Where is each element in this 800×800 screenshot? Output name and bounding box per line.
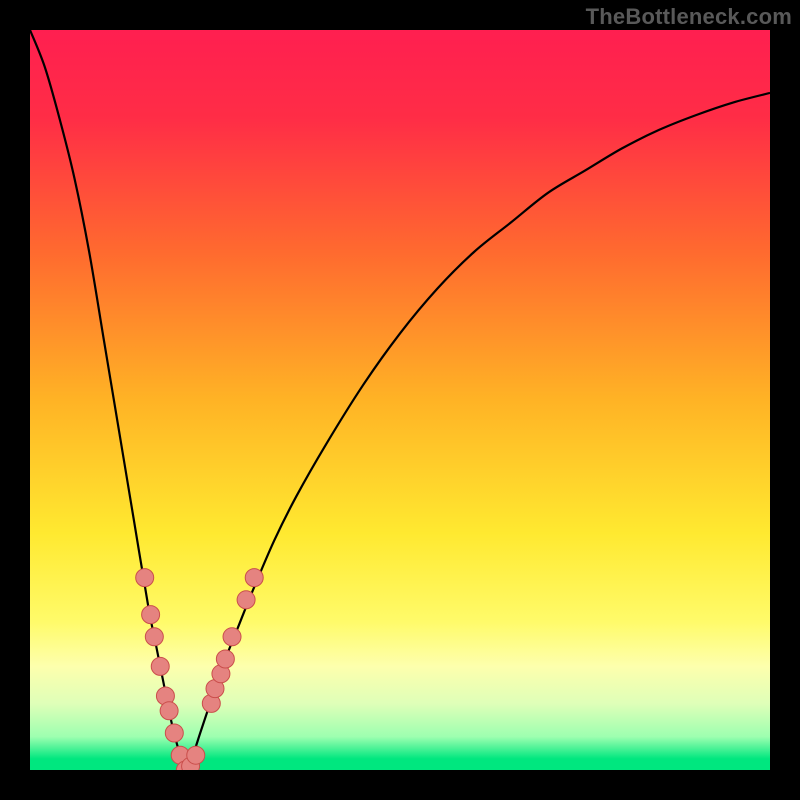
data-point bbox=[136, 569, 154, 587]
data-point bbox=[165, 724, 183, 742]
data-point bbox=[151, 657, 169, 675]
data-point bbox=[145, 628, 163, 646]
data-point bbox=[142, 606, 160, 624]
data-point bbox=[237, 591, 255, 609]
data-point bbox=[245, 569, 263, 587]
plot-area bbox=[30, 30, 770, 770]
data-point bbox=[223, 628, 241, 646]
chart-frame: TheBottleneck.com bbox=[0, 0, 800, 800]
data-point bbox=[216, 650, 234, 668]
curve-layer bbox=[30, 30, 770, 770]
data-point bbox=[160, 702, 178, 720]
attribution-label: TheBottleneck.com bbox=[586, 4, 792, 30]
data-points bbox=[136, 569, 264, 770]
bottleneck-curve bbox=[30, 30, 770, 770]
data-point bbox=[187, 746, 205, 764]
